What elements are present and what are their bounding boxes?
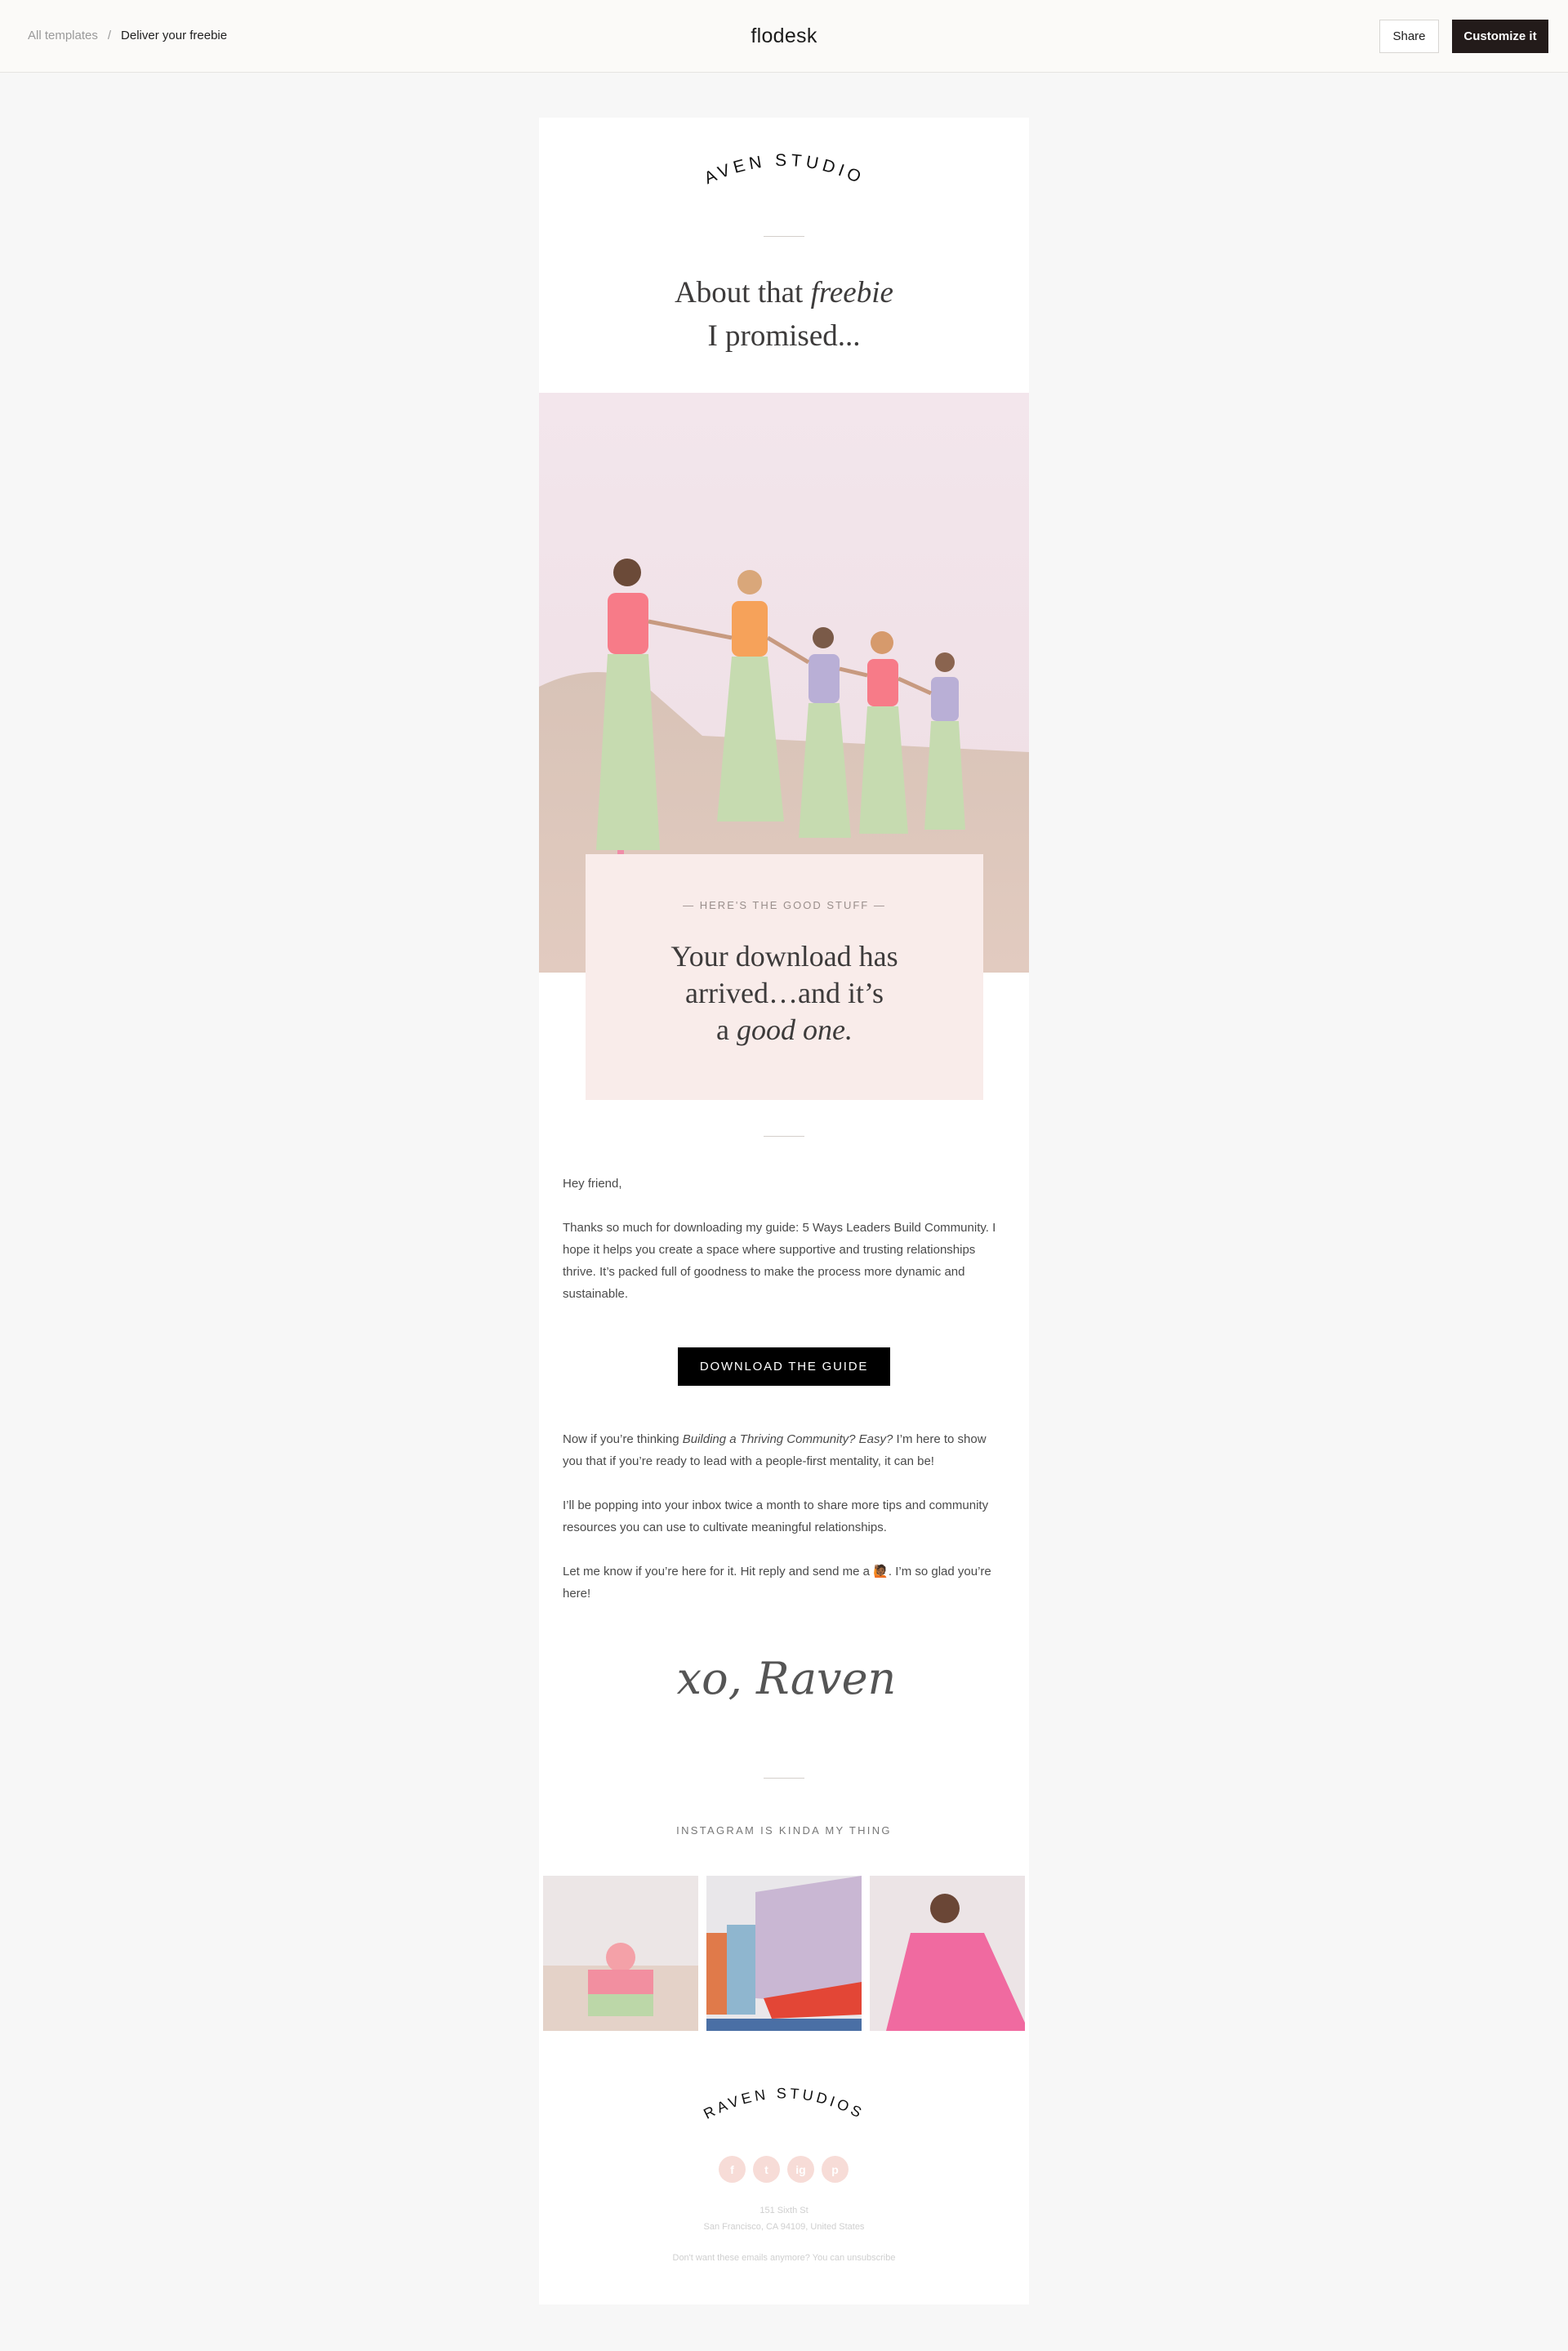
breadcrumb: All templates / Deliver your freebie: [28, 29, 227, 42]
para4-prefix: Let me know if you’re here for it. Hit r…: [563, 1565, 874, 1578]
card-eyebrow: — HERE'S THE GOOD STUFF —: [683, 899, 886, 911]
brand-logo[interactable]: flodesk: [751, 24, 817, 47]
address-line-2: San Francisco, CA 94109, United States: [703, 2222, 865, 2232]
para2-prefix: Now if you’re thinking: [563, 1432, 683, 1446]
freebie-card: — HERE'S THE GOOD STUFF — Your download …: [586, 854, 983, 1100]
divider: [764, 1136, 804, 1137]
top-bar: All templates / Deliver your freebie flode…: [0, 0, 1568, 73]
card-headline-emphasis: good one.: [737, 1013, 853, 1046]
breadcrumb-all-templates[interactable]: All templates: [28, 29, 98, 42]
raven-studios-logo: RAVEN STUDIOS: [690, 146, 867, 189]
instagram-photo-3[interactable]: [870, 1876, 1025, 2031]
body-paragraph-4: Let me know if you’re here for it. Hit r…: [563, 1561, 1008, 1605]
share-button[interactable]: Share: [1379, 20, 1439, 53]
raised-hand-emoji: 🙋🏾: [873, 1565, 889, 1578]
pinterest-icon[interactable]: p: [822, 2156, 849, 2183]
card-headline-line1: Your download has: [670, 940, 898, 973]
instagram-photo-2[interactable]: [706, 1876, 862, 2031]
card-headline-prefix: a: [716, 1013, 737, 1046]
card-headline-line2: arrived…and it’s: [685, 977, 884, 1009]
signature-text: xo, Raven: [677, 1653, 897, 1704]
twitter-icon[interactable]: t: [753, 2156, 780, 2183]
divider: [764, 236, 804, 237]
instagram-photo-1[interactable]: [543, 1876, 698, 2031]
para2-emphasis: Building a Thriving Community? Easy?: [682, 1432, 893, 1446]
divider: [764, 1778, 804, 1779]
headline-line2: I promised...: [707, 319, 861, 353]
email-preview: RAVEN STUDIOS About that freebie I promi…: [539, 118, 1029, 2304]
body-paragraph-2: Now if you’re thinking Building a Thrivi…: [563, 1428, 1008, 1472]
footer-logo: RAVEN STUDIOS: [702, 2085, 866, 2122]
headline-text: About that: [675, 276, 811, 309]
svg-text:RAVEN STUDIOS: RAVEN STUDIOS: [690, 146, 867, 189]
body-paragraph-3: I’ll be popping into your inbox twice a …: [563, 1498, 989, 1534]
greeting: Hey friend,: [563, 1177, 622, 1191]
headline: About that freebie I promised...: [539, 271, 1029, 358]
breadcrumb-separator: /: [107, 29, 112, 42]
footer-logo-text: RAVEN STUDIOS: [702, 2085, 864, 2122]
address-line-1: 151 Sixth St: [760, 2206, 808, 2215]
facebook-icon[interactable]: f: [719, 2156, 746, 2183]
breadcrumb-current: Deliver your freebie: [121, 29, 228, 42]
instagram-icon[interactable]: ig: [787, 2156, 814, 2183]
logo-text: RAVEN STUDIOS: [690, 146, 863, 189]
unsubscribe-link[interactable]: Don't want these emails anymore? You can…: [539, 2253, 1029, 2263]
brand-logo-wrap: flodesk: [0, 24, 1568, 48]
svg-text:RAVEN STUDIOS: RAVEN STUDIOS: [702, 2085, 866, 2122]
card-headline: Your download has arrived…and it’s a goo…: [586, 938, 983, 1049]
customize-button[interactable]: Customize it: [1452, 20, 1548, 53]
instagram-title: INSTAGRAM IS KINDA MY THING: [676, 1824, 892, 1837]
signature: xo, Raven: [677, 1653, 897, 1704]
headline-emphasis: freebie: [810, 276, 893, 309]
download-guide-button[interactable]: DOWNLOAD THE GUIDE: [678, 1347, 890, 1386]
body-paragraph-1: Thanks so much for downloading my guide:…: [563, 1221, 996, 1301]
